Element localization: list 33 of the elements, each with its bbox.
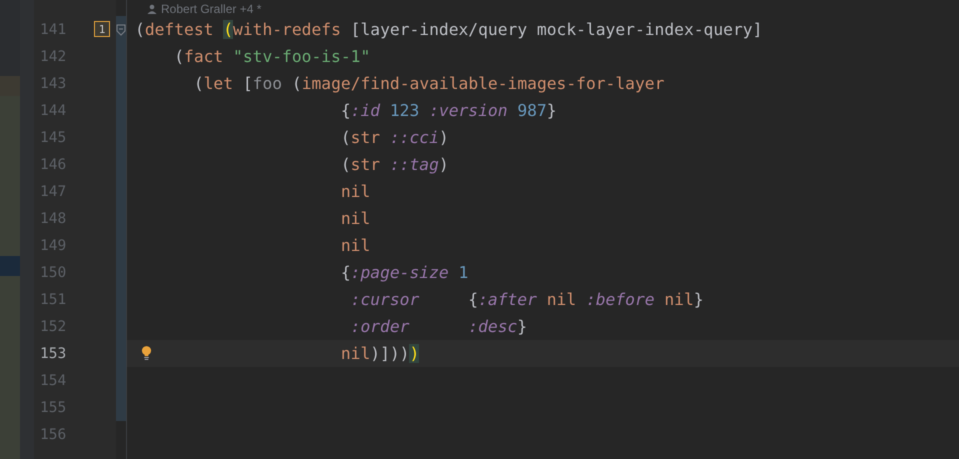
fold-icon[interactable]: [116, 24, 126, 36]
line-number: 147: [40, 184, 66, 200]
bookmark-badge[interactable]: 1: [94, 21, 110, 37]
line-number: 141: [40, 22, 66, 38]
author-annotation: Robert Graller +4 *: [161, 2, 262, 16]
line-number: 153: [40, 346, 66, 362]
code-line: (let [foo (image/find-available-images-for-layer: [192, 73, 666, 95]
line-number: 146: [40, 156, 66, 172]
line-number: 148: [40, 210, 66, 226]
line-number: 152: [40, 318, 66, 334]
line-number: 145: [40, 130, 66, 146]
line-number: 143: [40, 76, 66, 92]
line-number: 154: [40, 372, 66, 388]
code-line: {:id 123 :version 987}: [340, 100, 558, 122]
code-line: (str ::cci): [340, 127, 450, 149]
code-line: nil: [340, 181, 372, 203]
code-line: nil: [340, 208, 372, 230]
line-number: 156: [40, 426, 66, 442]
code-line: {:page-size 1: [340, 262, 470, 284]
code-line: (fact "stv-foo-is-1": [173, 46, 372, 68]
code-line: :order :desc}: [350, 316, 528, 338]
person-icon: [147, 4, 157, 14]
line-number: 142: [40, 48, 66, 64]
code-line: (deftest (with-redefs [layer-index/query mock-layer-index-query]: [134, 19, 764, 41]
lightbulb-icon[interactable]: [141, 345, 152, 360]
line-number: 155: [40, 400, 66, 416]
line-number: 144: [40, 102, 66, 118]
code-line: (str ::tag): [340, 154, 450, 176]
code-line: nil: [340, 235, 372, 257]
code-line: :cursor {:after nil :before nil}: [350, 289, 705, 311]
line-number: 150: [40, 264, 66, 280]
line-number: 151: [40, 292, 66, 308]
line-number: 149: [40, 238, 66, 254]
